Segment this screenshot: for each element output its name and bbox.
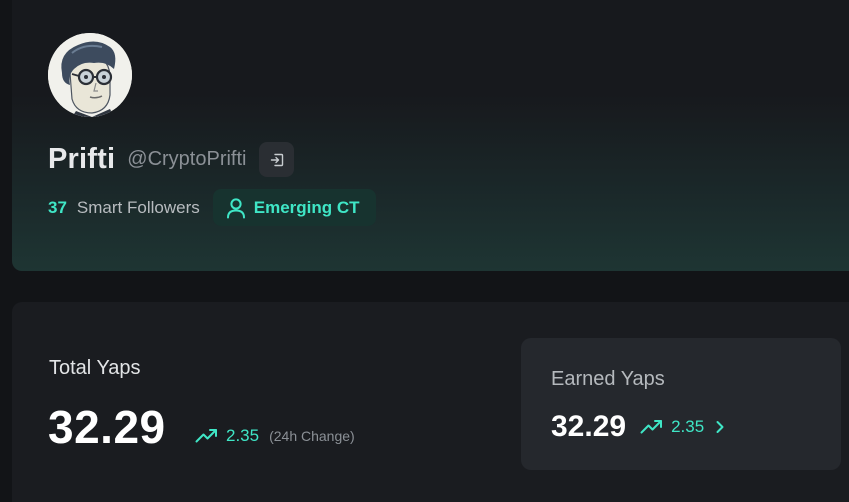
tier-label: Emerging CT [253, 197, 360, 217]
tier-badge: Emerging CT [212, 189, 376, 226]
total-yaps-value: 32.29 [48, 401, 166, 453]
followers-row: 37 Smart Followers Emerging CT [48, 189, 376, 226]
avatar-illustration [48, 33, 132, 117]
avatar[interactable] [48, 33, 132, 117]
handle[interactable]: @CryptoPrifti [127, 148, 246, 171]
earned-yaps-title: Earned Yaps [551, 368, 665, 390]
login-icon [270, 153, 284, 166]
earned-yaps-card[interactable]: Earned Yaps 32.29 2.35 [521, 338, 841, 470]
trending-up-icon [195, 429, 217, 443]
earned-change-value: 2.35 [671, 417, 705, 436]
total-yaps-change: 2.35 (24h Change) [195, 426, 355, 446]
earned-yaps-change: 2.35 [640, 417, 704, 437]
display-name: Prifti [48, 143, 116, 175]
smart-followers-count: 37 [48, 197, 67, 217]
login-button[interactable] [259, 142, 295, 177]
earned-yaps-row: 32.29 2.35 [551, 410, 726, 444]
stats-card: Total Yaps 32.29 2.35 (24h Change) Earne… [12, 302, 849, 502]
total-change-note: (24h Change) [269, 428, 355, 444]
total-yaps-title: Total Yaps [49, 357, 141, 379]
earned-yaps-value: 32.29 [551, 410, 627, 443]
smart-followers-label: Smart Followers [76, 197, 200, 217]
trending-up-icon [640, 420, 663, 434]
name-row: Prifti @CryptoPrifti [48, 142, 295, 177]
total-change-value: 2.35 [226, 426, 260, 445]
chevron-right-icon[interactable] [714, 419, 726, 435]
profile-card: Prifti @CryptoPrifti 37 Smart Followers … [12, 0, 849, 271]
user-icon [226, 197, 245, 218]
